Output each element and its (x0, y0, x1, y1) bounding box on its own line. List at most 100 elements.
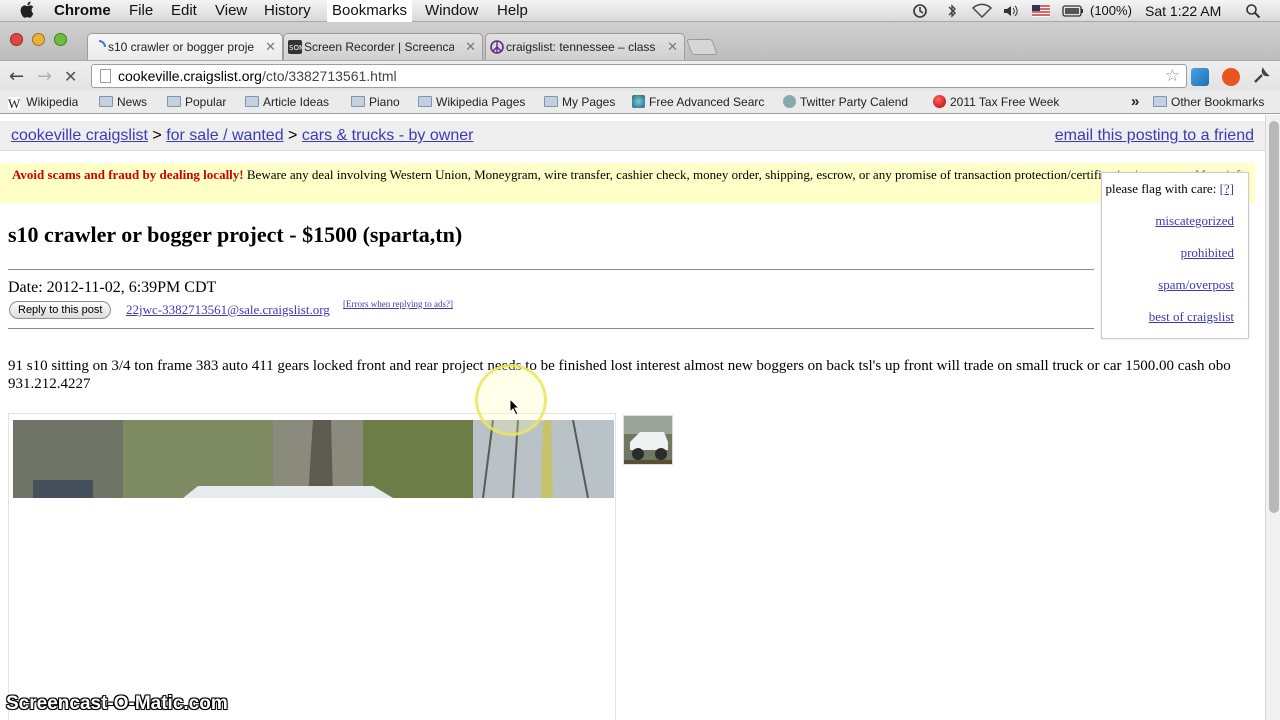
minimize-window-button[interactable] (32, 33, 45, 46)
peace-sign-icon (490, 40, 504, 54)
stumbleupon-icon[interactable] (1222, 68, 1240, 86)
warning-text: Beware any deal involving Western Union,… (243, 167, 1195, 182)
svg-text:SOM: SOM (289, 44, 302, 52)
folder-icon (418, 96, 432, 107)
bookmark-twitter-party-calendar[interactable]: Twitter Party Calend (783, 95, 915, 109)
bookmark-folder-other[interactable]: Other Bookmarks (1153, 95, 1264, 109)
back-arrow-icon[interactable]: ← (9, 66, 24, 87)
bookmark-folder-news[interactable]: News (99, 95, 147, 109)
loading-spinner-icon (98, 40, 106, 48)
spotlight-search-icon[interactable] (1245, 3, 1261, 19)
errors-replying-link[interactable]: [Errors when replying to ads?] (343, 299, 453, 309)
more-bookmarks-chevron[interactable]: » (1131, 93, 1139, 110)
bookmarks-bar: W Wikipedia News Popular Article Ideas Pi… (0, 91, 1280, 114)
menu-clock[interactable]: Sat 1:22 AM (1145, 3, 1221, 19)
page-icon (100, 69, 111, 83)
breadcrumb-separator: > (152, 127, 162, 144)
bookmark-folder-popular[interactable]: Popular (167, 95, 226, 109)
flag-posting-box: please flag with care: [?] miscategorize… (1101, 172, 1249, 339)
menu-help[interactable]: Help (497, 2, 528, 19)
flag-best-of-link[interactable]: best of craigslist (1102, 309, 1234, 325)
flag-spam-link[interactable]: spam/overpost (1102, 277, 1234, 293)
reply-to-post-button[interactable]: Reply to this post (9, 301, 112, 319)
scam-warning-banner: Avoid scams and fraud by dealing locally… (0, 163, 1255, 203)
us-flag-icon[interactable] (1032, 3, 1050, 19)
bookmark-folder-article-ideas[interactable]: Article Ideas (245, 95, 329, 109)
vertical-scrollbar[interactable] (1265, 115, 1280, 720)
screencast-watermark: Screencast-O-Matic.com (6, 693, 228, 714)
posting-date: Date: 2012-11-02, 6:39PM CDT (8, 279, 217, 296)
address-bar[interactable]: cookeville.craigslist.org/cto/3382713561… (91, 64, 1187, 88)
stop-loading-icon[interactable]: ✕ (64, 67, 77, 86)
extension-icon[interactable] (1191, 68, 1209, 86)
battery-percentage: (100%) (1090, 3, 1132, 18)
menu-window[interactable]: Window (425, 2, 478, 19)
folder-icon (351, 96, 365, 107)
som-logo-icon: SOM (288, 40, 302, 54)
bookmark-folder-my-pages[interactable]: My Pages (544, 95, 615, 109)
tab-title: s10 crawler or bogger proje (108, 40, 255, 54)
posting-title: s10 crawler or bogger project - $1500 (s… (8, 222, 463, 247)
close-window-button[interactable] (10, 33, 23, 46)
close-tab-icon[interactable]: ✕ (667, 39, 678, 55)
wrench-menu-icon[interactable] (1252, 67, 1270, 85)
breadcrumb-separator: > (288, 127, 298, 144)
tab-title: Screen Recorder | Screencast (304, 40, 454, 54)
menu-history[interactable]: History (264, 2, 311, 19)
scrollbar-thumb[interactable] (1269, 121, 1279, 513)
breadcrumb-category-link[interactable]: cars & trucks - by owner (302, 127, 474, 144)
folder-icon (99, 96, 113, 107)
flag-heading: please flag with care: [?] (1105, 181, 1235, 196)
time-machine-icon[interactable] (912, 3, 928, 19)
bookmark-free-advanced-search[interactable]: Free Advanced Searc (632, 95, 765, 109)
breadcrumb: cookeville craigslist > for sale / wante… (0, 121, 1265, 151)
photo-thumbnail[interactable] (623, 415, 673, 465)
volume-icon[interactable] (1002, 3, 1020, 19)
bluetooth-icon[interactable] (944, 3, 960, 19)
bookmark-folder-wikipedia-pages[interactable]: Wikipedia Pages (418, 95, 525, 109)
bookmark-folder-piano[interactable]: Piano (351, 95, 400, 109)
globe-icon (632, 95, 645, 108)
bookmark-star-icon[interactable]: ☆ (1165, 66, 1180, 86)
mouse-pointer-icon (509, 398, 521, 416)
flag-miscategorized-link[interactable]: miscategorized (1102, 213, 1234, 229)
new-tab-button[interactable] (686, 39, 718, 55)
divider (8, 328, 1094, 329)
email-posting-link[interactable]: email this posting to a friend (1055, 127, 1254, 145)
menu-edit[interactable]: Edit (171, 2, 197, 19)
folder-icon (1153, 96, 1167, 107)
close-tab-icon[interactable]: ✕ (265, 39, 276, 55)
tab-title: craigslist: tennessee – classi (506, 40, 656, 54)
tab-craigslist-tennessee[interactable]: craigslist: tennessee – classi ✕ (485, 33, 685, 60)
flag-help-link[interactable]: [?] (1220, 181, 1234, 196)
tab-strip: s10 crawler or bogger proje ✕ SOM Screen… (0, 22, 1280, 60)
bookmark-wikipedia[interactable]: W Wikipedia (8, 95, 78, 110)
breadcrumb-site-link[interactable]: cookeville craigslist (11, 127, 148, 144)
web-page: cookeville craigslist > for sale / wante… (0, 115, 1265, 720)
flag-prohibited-link[interactable]: prohibited (1102, 245, 1234, 261)
apple-icon[interactable] (20, 1, 34, 18)
menu-bookmarks[interactable]: Bookmarks (327, 0, 413, 22)
breadcrumb-section-link[interactable]: for sale / wanted (166, 127, 283, 144)
wifi-icon[interactable] (972, 3, 992, 19)
folder-icon (544, 96, 558, 107)
url-text[interactable]: cookeville.craigslist.org/cto/3382713561… (118, 68, 397, 84)
red-ball-icon (933, 95, 946, 108)
menu-file[interactable]: File (129, 2, 153, 19)
tab-craigslist-post[interactable]: s10 crawler or bogger proje ✕ (87, 33, 283, 60)
battery-icon[interactable] (1062, 3, 1084, 19)
reply-email-link[interactable]: 22jwc-3382713561@sale.craigslist.org (126, 302, 330, 318)
gear-icon (783, 95, 796, 108)
tab-screen-recorder[interactable]: SOM Screen Recorder | Screencast ✕ (283, 33, 483, 60)
folder-icon (167, 96, 181, 107)
wikipedia-icon: W (8, 96, 21, 110)
menu-view[interactable]: View (215, 2, 247, 19)
browser-toolbar: ← → ✕ cookeville.craigslist.org/cto/3382… (0, 60, 1280, 91)
warning-heading: Avoid scams and fraud by dealing locally… (12, 167, 244, 182)
menu-chrome[interactable]: Chrome (54, 2, 111, 19)
zoom-window-button[interactable] (54, 33, 67, 46)
bookmark-2011-tax-free-week[interactable]: 2011 Tax Free Week (933, 95, 1066, 109)
close-tab-icon[interactable]: ✕ (465, 39, 476, 55)
forward-arrow-icon[interactable]: → (37, 66, 52, 87)
mac-menu-bar: Chrome File Edit View History Bookmarks … (0, 0, 1280, 22)
